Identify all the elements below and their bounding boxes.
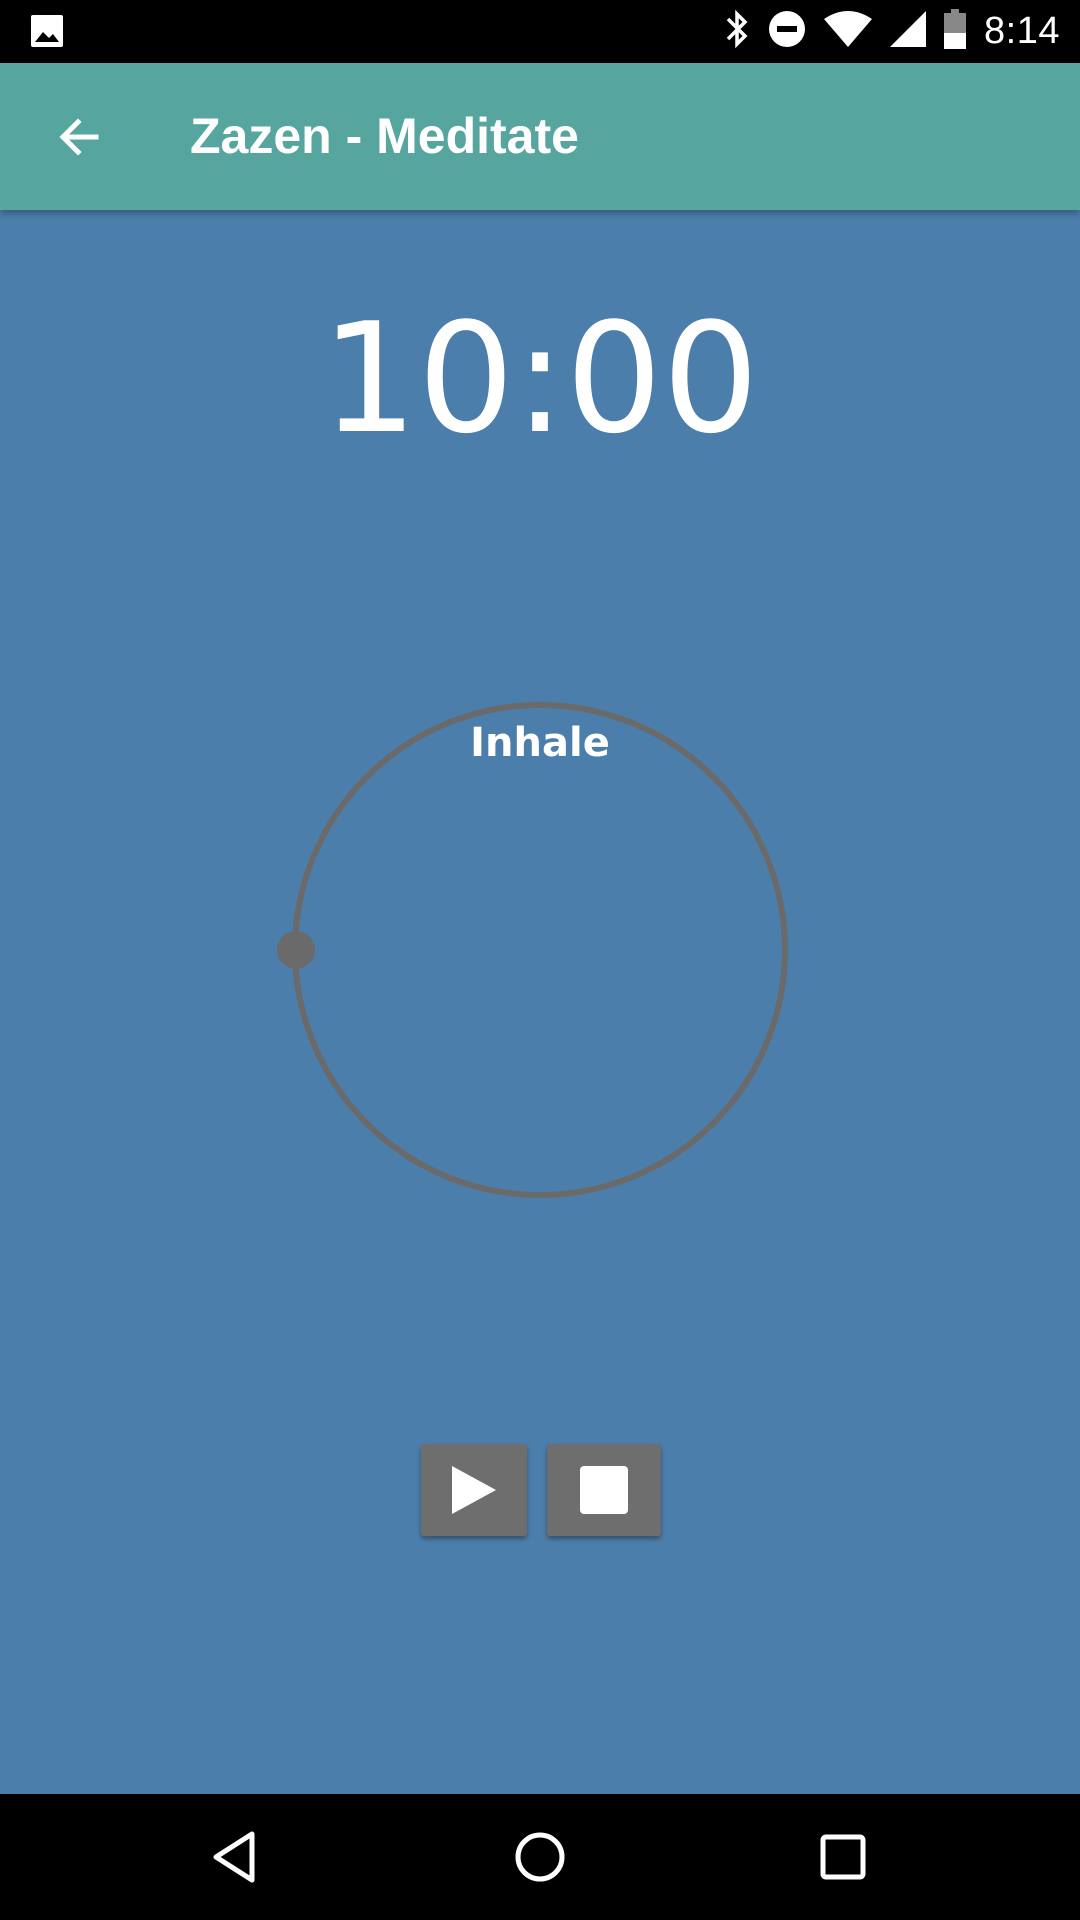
screen: 8:14 Zazen - Meditate 10:00 Inhale [0,0,1080,1920]
image-icon [30,14,64,53]
app-bar: Zazen - Meditate [0,63,1080,210]
nav-recents-icon [820,1834,866,1880]
do-not-disturb-icon [768,10,806,53]
breath-indicator-dot [277,931,315,969]
breath-circle [292,702,788,1198]
playback-controls [0,1444,1080,1536]
countdown-timer: 10:00 [320,290,760,467]
page-title: Zazen - Meditate [190,108,579,164]
meditation-area: 10:00 Inhale [0,210,1080,1794]
nav-home-icon [515,1832,565,1882]
bluetooth-icon [724,9,750,54]
signal-icon [890,11,927,52]
breath-phase-label: Inhale [470,720,610,766]
nav-back-button[interactable] [202,1822,272,1892]
battery-icon [944,9,967,54]
wifi-icon [824,11,873,52]
nav-recents-button[interactable] [808,1822,878,1892]
navigation-bar [0,1794,1080,1920]
status-clock: 8:14 [984,10,1060,52]
arrow-back-icon [59,118,99,156]
stop-button[interactable] [547,1444,661,1536]
stop-icon [580,1466,628,1514]
back-button[interactable] [52,109,108,165]
status-bar: 8:14 [0,0,1080,63]
play-button[interactable] [421,1444,527,1536]
nav-back-icon [213,1831,255,1883]
nav-home-button[interactable] [505,1822,575,1892]
play-icon [452,1466,496,1514]
